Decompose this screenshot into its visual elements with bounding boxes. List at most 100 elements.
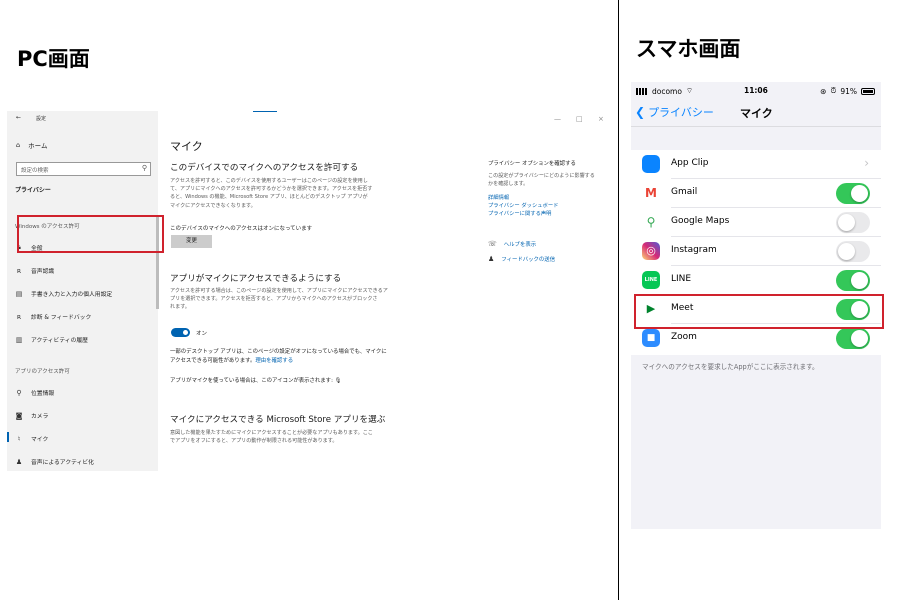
minimize-button[interactable]: —	[554, 115, 561, 123]
battery-info: ⊛ ⏰︎ 91%	[820, 86, 875, 96]
more-info-link[interactable]: 詳細情報	[488, 193, 509, 201]
sidebar-item-label: 音声によるアクティビ化	[31, 460, 94, 466]
close-button[interactable]: ×	[598, 115, 604, 123]
sidebar-section-apps: アプリのアクセス許可	[15, 369, 70, 375]
gmail-icon: M	[642, 184, 660, 202]
mic-icon-note: アプリがマイクを使っている場合は、このアイコンが表示されます: 🎙︎	[170, 376, 341, 384]
voice-icon: ʀ	[16, 266, 22, 275]
send-feedback-link[interactable]: ♟ フィードバックの送信	[488, 255, 555, 263]
sidebar-item-label: アクティビティの履歴	[31, 338, 88, 344]
list-footer-note: マイクへのアクセスを要求したAppがここに表示されます。	[642, 363, 819, 371]
back-label: プライバシー	[648, 106, 714, 119]
device-access-description: アクセスを許可すると、このデバイスを使用するユーザーはこのページの設定を使用し …	[170, 177, 372, 210]
window-title: 設定	[36, 116, 47, 122]
microphone-icon: ♮	[17, 434, 21, 443]
voice-activation-icon: ♟	[15, 457, 23, 466]
privacy-statement-link[interactable]: プライバシーに関する声明	[488, 209, 551, 217]
gmail-mic-switch[interactable]	[836, 183, 870, 204]
switch-knob	[851, 272, 868, 289]
chevron-right-icon: ›	[864, 156, 869, 170]
app-name: Gmail	[671, 187, 698, 197]
description-line: マイクにアクセスできなくなります。	[170, 202, 256, 209]
description-line: プリを選択できます。アクセスを拒否すると、アプリからマイクへのアクセスがブロック…	[170, 296, 378, 303]
pc-settings-window: ← 設定 ⌂ ホーム 設定の検索 ⚲ プライバシー Windows のアクセス許…	[7, 111, 612, 471]
sidebar-item-diagnostics[interactable]: ʀ 診断 & フィードバック	[15, 312, 92, 322]
nav-separator	[631, 126, 881, 127]
home-icon: ⌂	[16, 141, 21, 149]
search-icon[interactable]: ⚲	[142, 164, 147, 172]
sidebar-item-label: 診断 & フィードバック	[31, 315, 92, 321]
list-item-app-clip[interactable]: App Clip ›	[631, 150, 881, 179]
get-help-link[interactable]: ☏ ヘルプを表示	[488, 240, 536, 248]
line-mic-switch[interactable]	[836, 270, 870, 291]
location-arrow-icon: ⊛	[820, 86, 827, 96]
description-line: 意図した機能を果たすためにマイクにアクセスすることが必要なアプリもあります。ここ	[170, 430, 373, 436]
sidebar-current-privacy: プライバシー	[15, 187, 51, 194]
page-title: マイク	[170, 140, 203, 153]
google-maps-mic-switch[interactable]	[836, 212, 870, 233]
line-icon: LINE	[642, 271, 660, 289]
sidebar-item-label: 位置情報	[31, 391, 55, 397]
google-maps-icon: ⚲	[642, 213, 660, 231]
change-button[interactable]: 変更	[171, 235, 212, 248]
sidebar-item-voice-activation[interactable]: ♟ 音声によるアクティビ化	[15, 457, 94, 467]
sidebar-item-handwriting[interactable]: ▤ 手書き入力と入力の個人用設定	[15, 289, 113, 299]
sidebar-item-label: 音声認識	[31, 269, 55, 275]
zoom-mic-switch[interactable]	[836, 328, 870, 349]
instagram-mic-switch[interactable]	[836, 241, 870, 262]
sidebar-item-camera[interactable]: ◙ カメラ	[15, 411, 49, 421]
maximize-button[interactable]: □	[576, 115, 583, 123]
app-name: Zoom	[671, 332, 697, 342]
carrier-info: docomo ⌔	[636, 86, 693, 96]
back-button[interactable]: ❮ プライバシー	[635, 104, 714, 120]
description-line: れます。	[170, 304, 190, 311]
sidebar-item-label: マイク	[31, 437, 49, 443]
camera-icon: ◙	[15, 411, 23, 420]
learn-why-link[interactable]: 理由を確認する	[255, 358, 293, 364]
app-name: App Clip	[671, 158, 709, 168]
app-name: LINE	[671, 274, 692, 284]
nav-title: マイク	[740, 107, 773, 120]
app-access-toggle[interactable]	[171, 328, 190, 337]
store-apps-heading: マイクにアクセスできる Microsoft Store アプリを選ぶ	[170, 415, 386, 425]
sidebar-item-speech[interactable]: ʀ 音声認識	[15, 266, 55, 276]
list-item-instagram: ◎ Instagram	[631, 237, 881, 266]
carrier-name: docomo	[652, 86, 682, 96]
app-name: Instagram	[671, 245, 717, 255]
description-line: ると、Windows の機能、Microsoft Store アプリ、ほとんどの…	[170, 194, 368, 201]
sidebar-item-location[interactable]: ⚲ 位置情報	[15, 388, 55, 398]
privacy-options-title: プライバシー オプションを確認する	[488, 161, 576, 167]
sidebar-item-microphone[interactable]: ♮ マイク	[15, 434, 49, 444]
meet-highlight	[634, 294, 884, 329]
location-icon: ⚲	[16, 388, 22, 397]
privacy-dashboard-link[interactable]: プライバシー ダッシュボード	[488, 201, 558, 209]
description-line: この設定がプライバシーにどのように影響する	[488, 173, 595, 179]
switch-knob	[838, 243, 855, 260]
list-item-google-maps: ⚲ Google Maps	[631, 208, 881, 237]
sidebar-item-label: カメラ	[31, 414, 49, 420]
help-label: ヘルプを表示	[503, 242, 537, 248]
desktop-note-text: アクセスできる可能性があります。	[170, 358, 256, 364]
device-access-highlight	[17, 215, 164, 253]
navigation-bar: ❮ プライバシー マイク	[631, 100, 881, 126]
settings-search-input[interactable]: 設定の検索 ⚲	[16, 162, 151, 176]
title-accent-bar	[253, 111, 277, 112]
settings-main: — □ × マイク このデバイスでのマイクへのアクセスを許可する アクセスを許可…	[158, 111, 612, 471]
battery-icon	[861, 87, 875, 95]
sidebar-item-activity-history[interactable]: ▥ アクティビティの履歴	[15, 335, 88, 345]
instagram-icon: ◎	[642, 242, 660, 260]
sidebar-item-home[interactable]: ⌂ ホーム	[16, 140, 47, 150]
description-line: でアプリをオフにすると、アプリの動作が制限される可能性があります。	[170, 438, 338, 445]
status-bar: docomo ⌔ 11:06 ⊛ ⏰︎ 91%	[631, 82, 881, 100]
app-clip-icon	[642, 155, 660, 173]
sidebar-item-label: 手書き入力と入力の個人用設定	[31, 292, 113, 298]
switch-knob	[851, 185, 868, 202]
back-arrow-icon[interactable]: ←	[16, 114, 21, 121]
search-placeholder: 設定の検索	[21, 168, 49, 174]
app-access-description: アクセスを許可する場合は、このページの設定を使用して、アプリにマイクにアクセスで…	[170, 287, 388, 312]
history-icon: ▥	[15, 335, 23, 344]
description-line: アクセスを許可すると、このデバイスを使用するユーザーはこのページの設定を使用し	[170, 178, 368, 184]
device-access-heading: このデバイスでのマイクへのアクセスを許可する	[170, 163, 359, 173]
app-access-heading: アプリがマイクにアクセスできるようにする	[170, 274, 342, 284]
handwriting-icon: ▤	[15, 289, 23, 298]
